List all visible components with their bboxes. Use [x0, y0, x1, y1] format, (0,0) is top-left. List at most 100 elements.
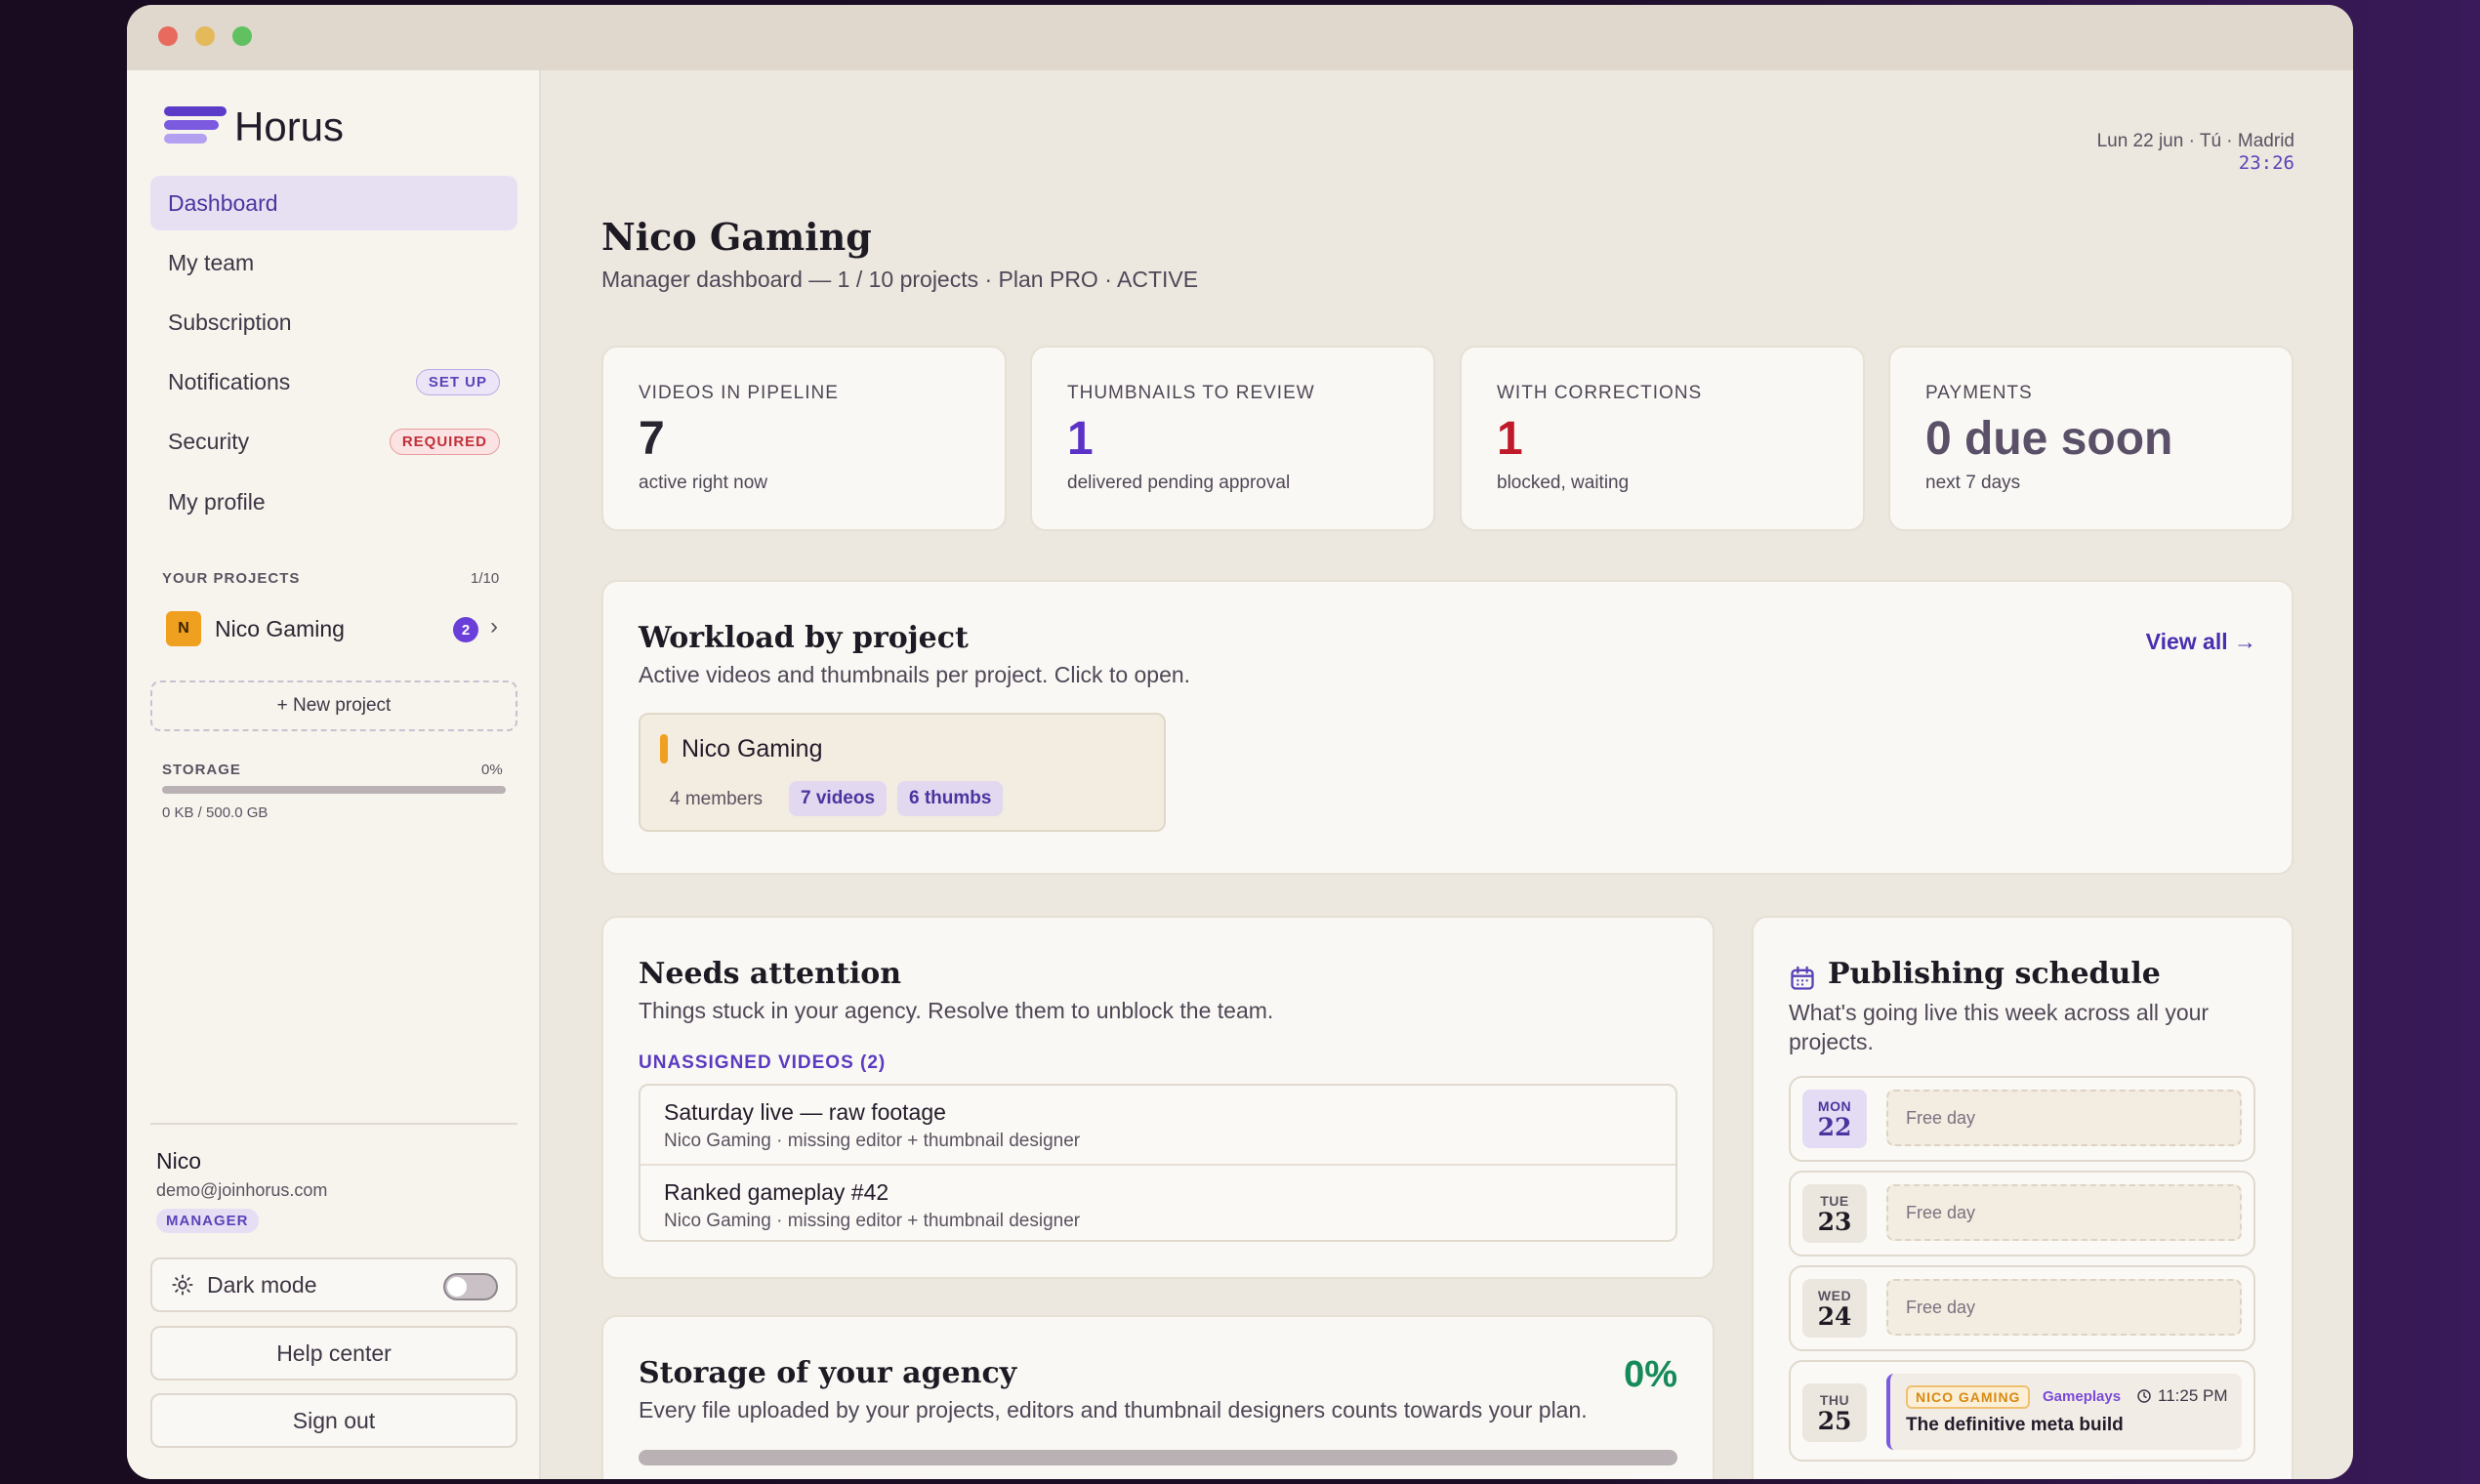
current-time: 23:26 — [2238, 152, 2294, 174]
stat-card-videos[interactable]: VIDEOS IN PIPELINE 7 active right now — [601, 346, 1007, 531]
attention-title: Needs attention — [639, 957, 902, 991]
schedule-day-mon[interactable]: MON 22 Free day — [1789, 1076, 2255, 1162]
agency-storage-card: Storage of your agency Every file upload… — [601, 1315, 1715, 1479]
sidebar-item-label: My team — [168, 249, 255, 275]
event-time-text: 11:25 PM — [2158, 1386, 2228, 1405]
stat-label: VIDEOS IN PIPELINE — [639, 383, 839, 403]
stat-caption: active right now — [639, 473, 768, 493]
publishing-schedule-card: Publishing schedule What's going live th… — [1752, 916, 2294, 1479]
scheduled-event[interactable]: NICO GAMING Gameplays 11:25 PM The defin… — [1886, 1374, 2242, 1450]
day-chip: WED 24 — [1802, 1279, 1867, 1338]
stat-label: WITH CORRECTIONS — [1497, 383, 1703, 403]
project-color-bar — [660, 734, 668, 763]
role-badge: MANAGER — [156, 1209, 259, 1233]
sidebar: Horus Dashboard My team Subscription Not… — [127, 70, 541, 1479]
stat-card-corrections[interactable]: WITH CORRECTIONS 1 blocked, waiting — [1460, 346, 1865, 531]
storage-card-title: Storage of your agency — [639, 1356, 1017, 1390]
item-meta: Nico Gaming · missing editor + thumbnail… — [664, 1211, 1081, 1231]
sidebar-item-security[interactable]: Security REQUIRED — [150, 414, 517, 469]
stat-value: 1 — [1497, 413, 1523, 465]
item-title: Ranked gameplay #42 — [664, 1179, 889, 1205]
list-item[interactable]: Ranked gameplay #42 Nico Gaming · missin… — [641, 1164, 1675, 1242]
thumbs-tag: 6 thumbs — [897, 781, 1004, 816]
horus-logo-icon — [164, 106, 227, 145]
workload-project-card[interactable]: Nico Gaming 4 members 7 videos 6 thumbs — [639, 713, 1166, 832]
sidebar-item-label: Security — [168, 428, 250, 454]
dark-mode-label: Dark mode — [207, 1271, 317, 1298]
unassigned-videos-label: UNASSIGNED VIDEOS (2) — [639, 1052, 887, 1073]
brand-name: Horus — [234, 103, 345, 149]
sidebar-project-nico-gaming[interactable]: N Nico Gaming 2 › — [166, 609, 514, 648]
sidebar-divider — [150, 1123, 517, 1125]
zoom-window-button[interactable] — [232, 26, 252, 46]
sidebar-item-notifications[interactable]: Notifications SET UP — [150, 354, 517, 409]
sidebar-item-label: My profile — [168, 488, 266, 515]
free-day-slot: Free day — [1886, 1279, 2242, 1336]
free-day-slot: Free day — [1886, 1090, 2242, 1146]
setup-badge: SET UP — [415, 369, 500, 395]
schedule-subtitle: What's going live this week across all y… — [1789, 1000, 2210, 1054]
needs-attention-card: Needs attention Things stuck in your age… — [601, 916, 1715, 1279]
storage-label: STORAGE — [162, 762, 241, 778]
workload-card: Workload by project Active videos and th… — [601, 580, 2294, 875]
sidebar-item-label: Subscription — [168, 309, 292, 335]
sign-out-button[interactable]: Sign out — [150, 1393, 517, 1448]
view-all-link[interactable]: View all → — [2146, 629, 2256, 655]
day-number: 24 — [1817, 1302, 1852, 1331]
sidebar-item-label: Dashboard — [168, 189, 278, 216]
storage-progress-bar — [162, 786, 506, 794]
project-avatar: N — [166, 611, 201, 646]
agency-storage-percent: 0% — [1624, 1354, 1677, 1395]
page-title: Nico Gaming — [601, 215, 872, 259]
day-of-week: WED — [1817, 1288, 1852, 1303]
stat-caption: next 7 days — [1925, 473, 2021, 493]
main-content: Lun 22 jun · Tú · Madrid 23:26 Nico Gami… — [543, 70, 2353, 1479]
stat-caption: delivered pending approval — [1067, 473, 1291, 493]
workload-subtitle: Active videos and thumbnails per project… — [639, 662, 1191, 687]
project-count-badge: 2 — [453, 617, 478, 642]
free-day-slot: Free day — [1886, 1184, 2242, 1241]
day-of-week: TUE — [1820, 1193, 1849, 1209]
workload-members: 4 members — [670, 789, 764, 809]
day-chip: TUE 23 — [1802, 1184, 1867, 1243]
projects-count: 1/10 — [471, 570, 500, 587]
sun-icon — [172, 1274, 193, 1296]
minimize-window-button[interactable] — [195, 26, 215, 46]
workload-title: Workload by project — [639, 621, 969, 655]
list-item[interactable]: Saturday live — raw footage Nico Gaming … — [641, 1086, 1675, 1164]
attention-subtitle: Things stuck in your agency. Resolve the… — [639, 998, 1274, 1023]
schedule-day-thu[interactable]: THU 25 NICO GAMING Gameplays 11:25 PM Th… — [1789, 1360, 2255, 1462]
stat-label: THUMBNAILS TO REVIEW — [1067, 383, 1315, 403]
sidebar-item-subscription[interactable]: Subscription — [150, 295, 517, 350]
user-name: Nico — [156, 1148, 202, 1174]
stat-value: 0 due soon — [1925, 413, 2173, 465]
app-window: Horus Dashboard My team Subscription Not… — [127, 5, 2353, 1479]
day-number: 25 — [1817, 1407, 1852, 1435]
event-category-tag: Gameplays — [2043, 1388, 2122, 1405]
day-number: 23 — [1817, 1208, 1852, 1236]
videos-tag: 7 videos — [789, 781, 888, 816]
close-window-button[interactable] — [158, 26, 178, 46]
new-project-button[interactable]: + New project — [150, 680, 517, 731]
schedule-day-tue[interactable]: TUE 23 Free day — [1789, 1171, 2255, 1257]
chevron-right-icon: › — [490, 613, 498, 639]
calendar-icon — [1791, 966, 1814, 990]
day-of-week: MON — [1817, 1098, 1852, 1114]
help-center-button[interactable]: Help center — [150, 1326, 517, 1381]
stat-card-thumbnails[interactable]: THUMBNAILS TO REVIEW 1 delivered pending… — [1030, 346, 1435, 531]
dark-mode-toggle[interactable] — [443, 1273, 498, 1300]
dark-mode-row[interactable]: Dark mode — [150, 1257, 517, 1312]
sidebar-item-my-profile[interactable]: My profile — [150, 474, 517, 529]
item-meta: Nico Gaming · missing editor + thumbnail… — [664, 1131, 1081, 1151]
stat-card-payments[interactable]: PAYMENTS 0 due soon next 7 days — [1888, 346, 2294, 531]
schedule-day-wed[interactable]: WED 24 Free day — [1789, 1265, 2255, 1351]
clock-icon — [2137, 1389, 2151, 1403]
storage-percent: 0% — [481, 762, 503, 778]
current-date: Lun 22 jun · Tú · Madrid — [2096, 131, 2294, 151]
schedule-title: Publishing schedule — [1828, 957, 2161, 991]
storage-card-subtitle: Every file uploaded by your projects, ed… — [639, 1397, 1588, 1422]
required-badge: REQUIRED — [389, 429, 500, 455]
sidebar-item-dashboard[interactable]: Dashboard — [150, 176, 517, 230]
sidebar-item-label: Notifications — [168, 368, 291, 394]
sidebar-item-my-team[interactable]: My team — [150, 235, 517, 290]
